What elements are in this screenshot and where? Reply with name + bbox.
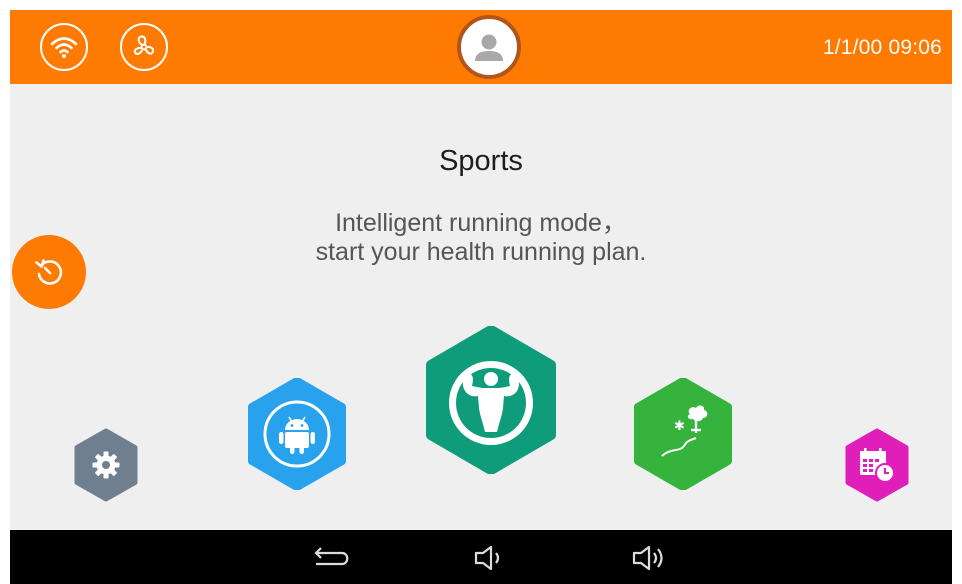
outdoor-app-button[interactable]: ✱ — [632, 378, 734, 490]
status-bar: 1/1/00 09:06 — [10, 10, 952, 84]
app-screen: 1/1/00 09:06 Sports Intelligent running … — [10, 10, 952, 530]
user-avatar-icon — [468, 26, 510, 68]
sports-app-button[interactable] — [424, 326, 558, 474]
volume-up-icon[interactable] — [630, 543, 674, 573]
description-line-2: start your health running plan. — [315, 238, 647, 266]
fan-button[interactable] — [120, 23, 168, 71]
back-arrow-icon[interactable] — [308, 543, 352, 573]
volume-down-icon[interactable] — [472, 543, 508, 573]
gear-icon — [92, 451, 120, 479]
fan-icon — [133, 35, 155, 55]
calendar-app-button[interactable] — [844, 428, 910, 502]
settings-app-button[interactable] — [73, 428, 139, 502]
android-app-button[interactable] — [246, 378, 348, 490]
history-icon — [35, 259, 63, 285]
page-title: Sports — [439, 145, 523, 177]
datetime-label: 1/1/00 09:06 — [822, 36, 942, 59]
svg-text:✱: ✱ — [674, 419, 685, 434]
wifi-button[interactable] — [40, 23, 88, 71]
wifi-icon — [50, 37, 78, 58]
user-avatar-button[interactable] — [457, 15, 521, 79]
navigation-bar — [10, 530, 952, 584]
description-line-1: Intelligent running mode， — [335, 209, 627, 237]
history-button[interactable] — [12, 235, 86, 309]
